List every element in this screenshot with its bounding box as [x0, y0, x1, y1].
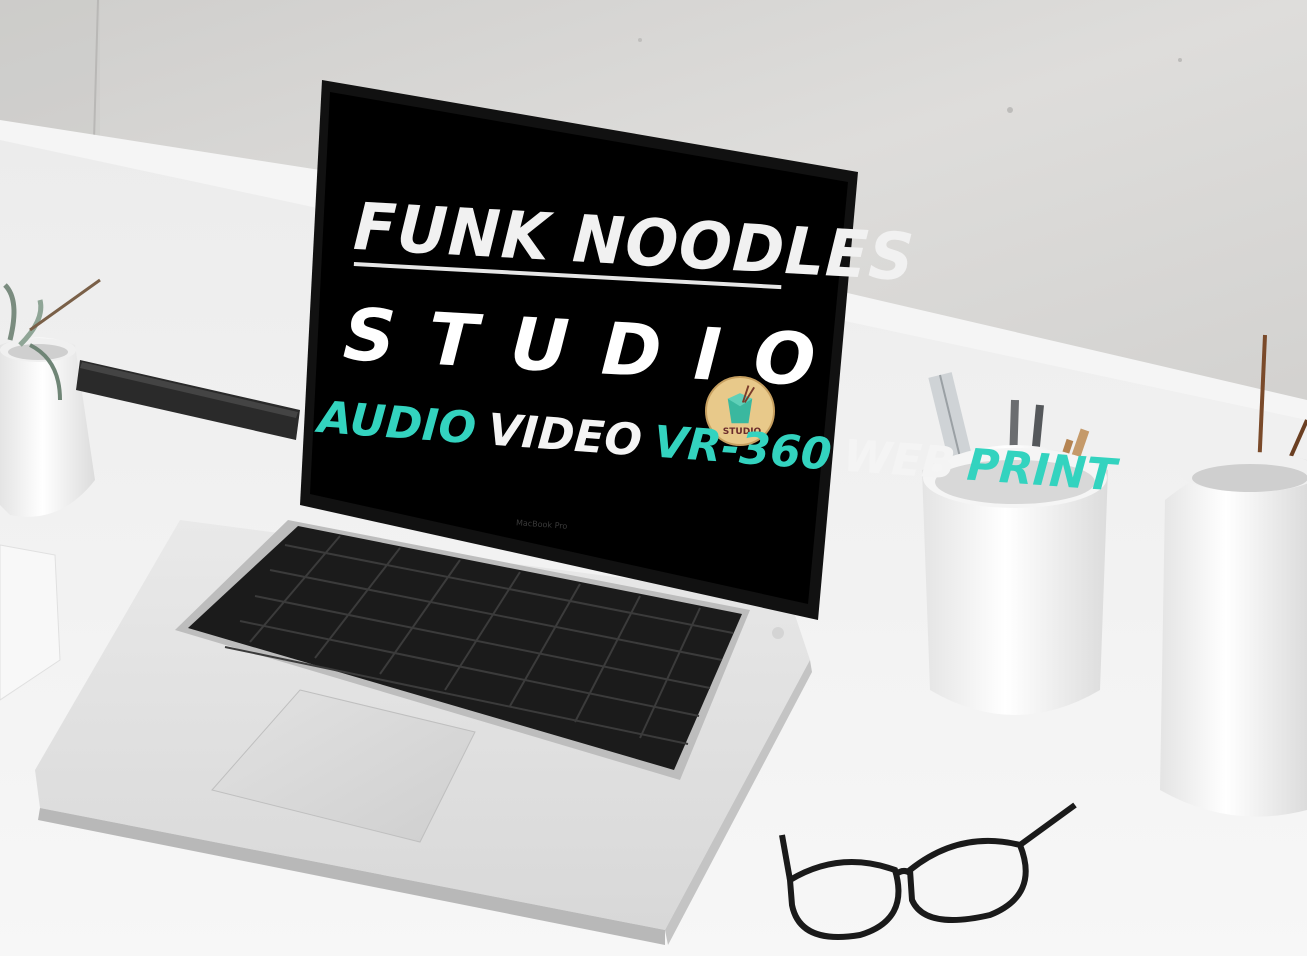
service-print: PRINT	[965, 439, 1118, 502]
service-web: WEB	[841, 430, 958, 490]
desk-scene: FUNK NOODLES STUDIO STUDIO AUDIO VIDEO VR-…	[0, 0, 1307, 956]
